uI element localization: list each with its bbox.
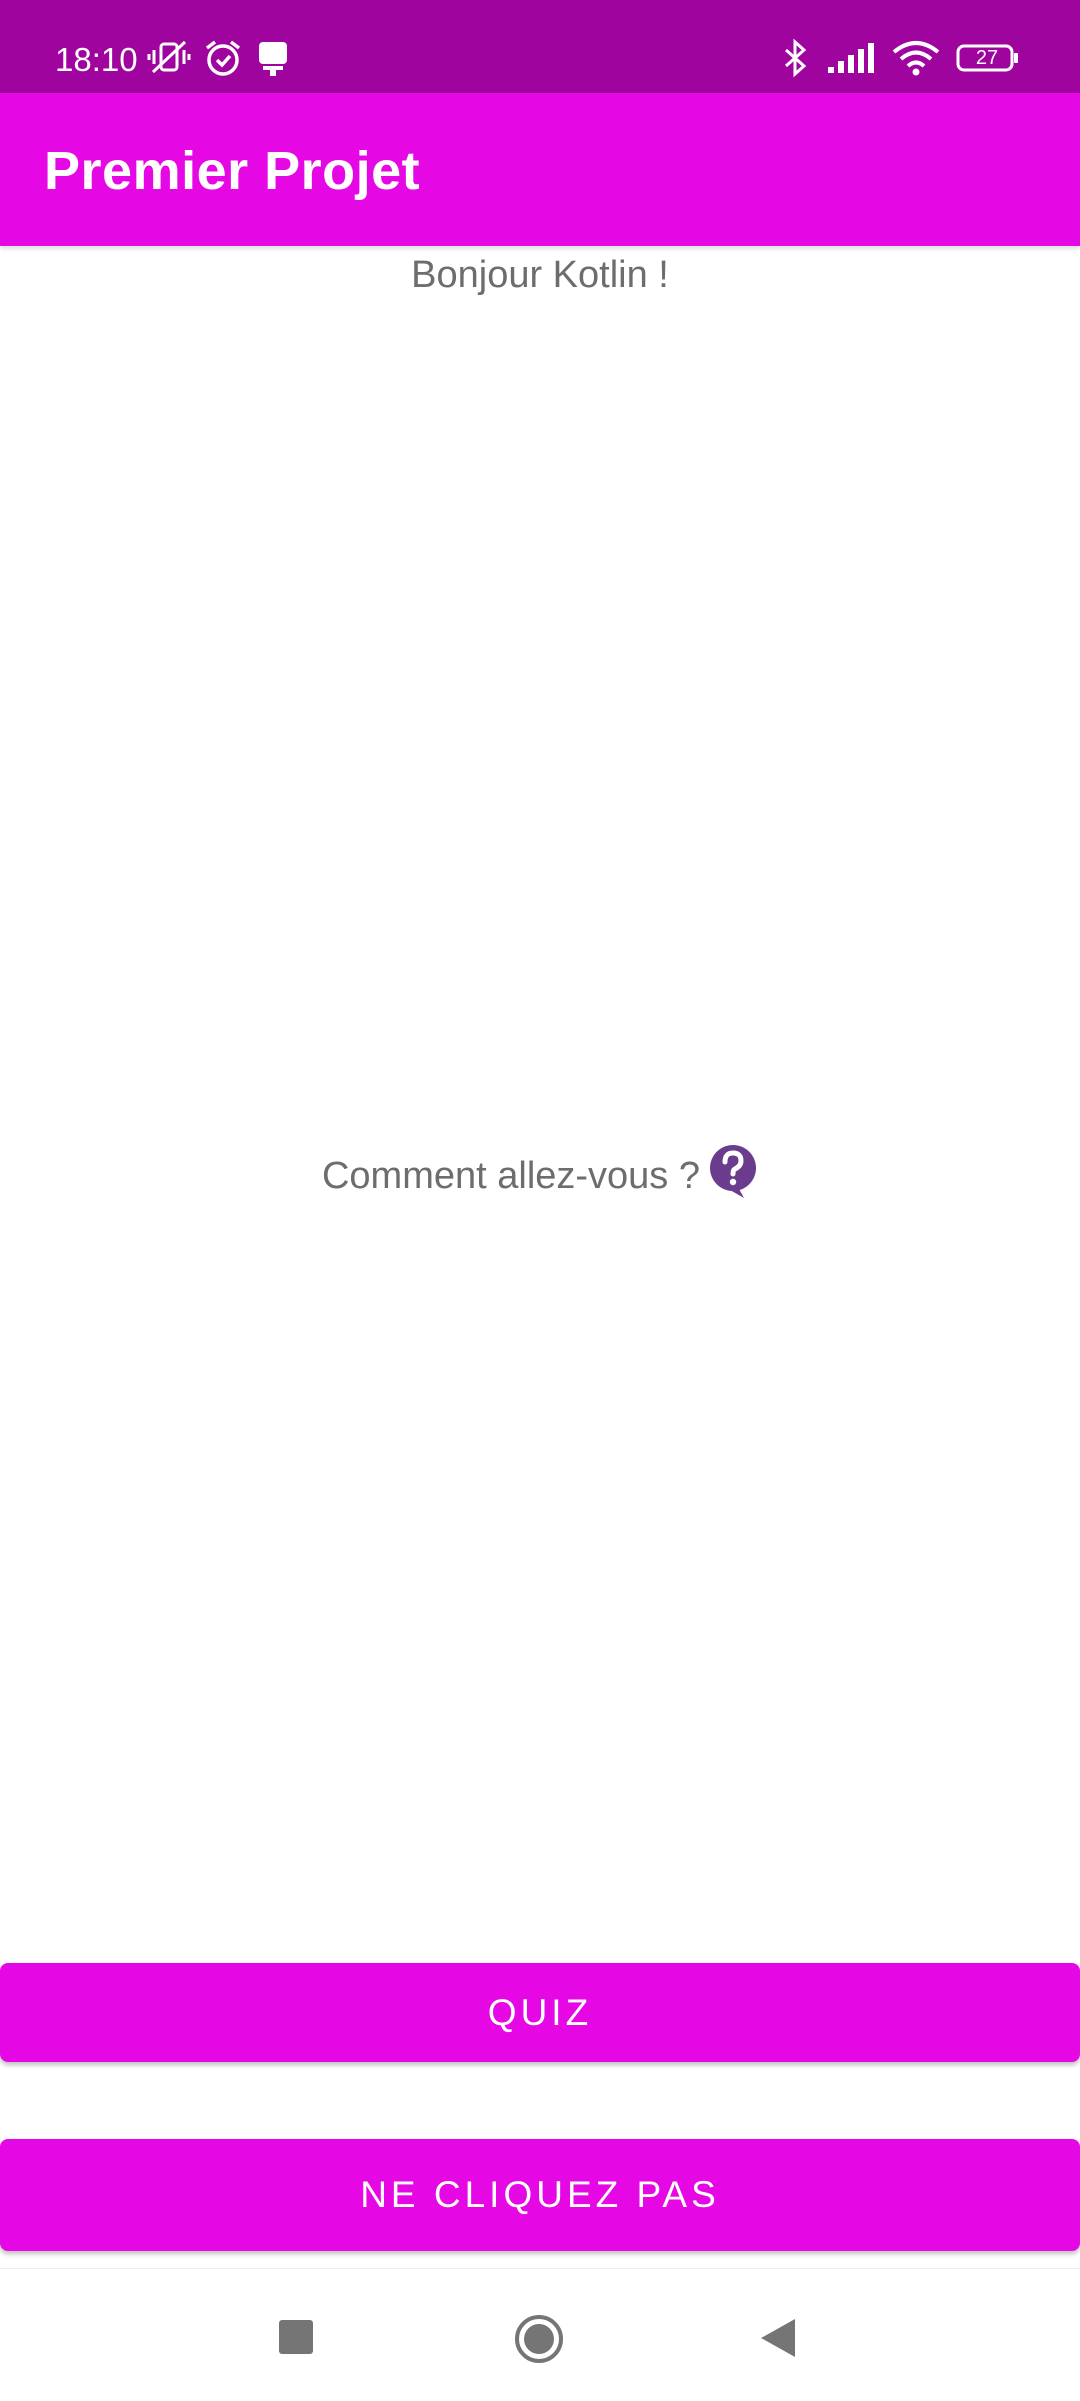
quiz-button[interactable]: QUIZ (0, 1963, 1080, 2062)
vibrate-off-icon (147, 38, 191, 78)
question-row: Comment allez-vous ? (0, 1140, 1080, 1206)
alarm-icon (203, 38, 243, 78)
status-bar: 18:10 27 (0, 0, 1080, 93)
dont-click-button[interactable]: NE CLIQUEZ PAS (0, 2139, 1080, 2251)
app-bar: Premier Projet (0, 93, 1080, 246)
app-title: Premier Projet (44, 141, 421, 201)
question-bubble-icon (708, 1143, 758, 1204)
bluetooth-icon (780, 38, 810, 78)
signal-icon (826, 41, 876, 75)
status-time: 18:10 (55, 41, 138, 78)
question-text: Comment allez-vous ? (321, 1155, 701, 1197)
greeting-text: Bonjour Kotlin ! (411, 254, 669, 296)
status-left-icons (147, 38, 291, 78)
back-icon[interactable] (759, 2317, 797, 2364)
notification-icon (255, 38, 291, 78)
battery-icon: 27 (956, 44, 1020, 72)
status-right-icons: 27 (780, 38, 1020, 78)
battery-level: 27 (975, 47, 999, 69)
recent-apps-icon[interactable] (279, 2320, 313, 2359)
wifi-icon (892, 40, 940, 76)
home-icon[interactable] (514, 2314, 564, 2369)
navigation-bar (0, 2268, 1080, 2401)
